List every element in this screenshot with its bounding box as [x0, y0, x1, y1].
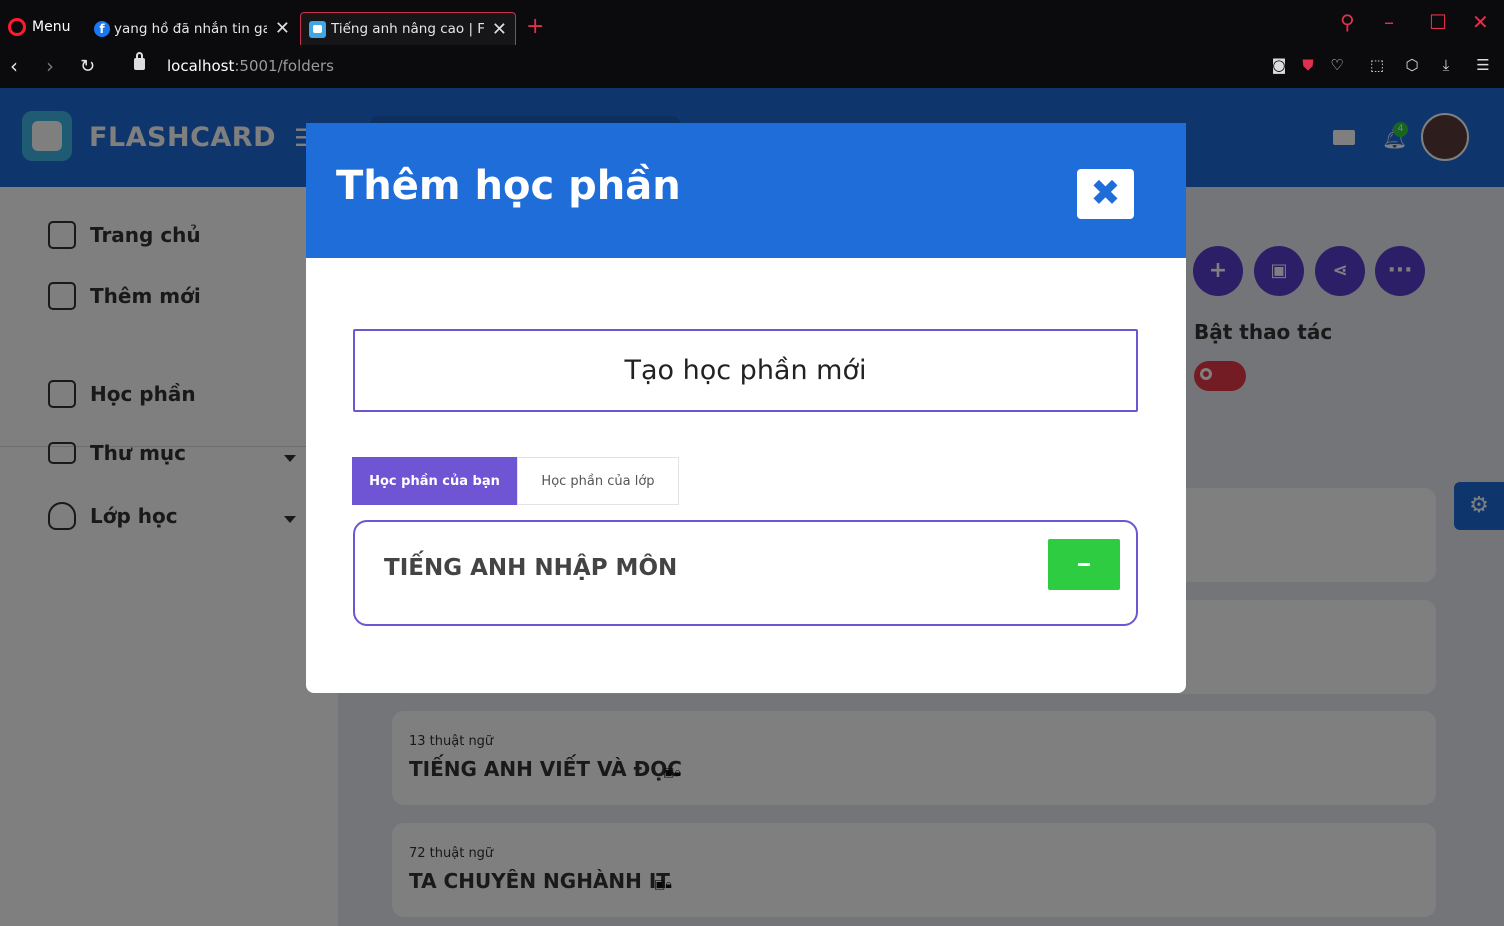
close-icon[interactable]: ✖ [1077, 169, 1134, 219]
forward-icon[interactable]: › [46, 54, 54, 78]
set-name: TIẾNG ANH NHẬP MÔN [384, 555, 678, 581]
tab-my-sets[interactable]: Học phần của bạn [352, 457, 517, 505]
facebook-icon: f [94, 20, 110, 37]
snapshot-icon[interactable]: ⬚ [1368, 56, 1386, 74]
add-set-modal: Thêm học phần ✖ Tạo học phần mới Học phầ… [306, 123, 1186, 693]
camera-icon[interactable]: ◙ [1270, 56, 1288, 74]
url-path: :5001/folders [234, 57, 334, 75]
tab-class-sets[interactable]: Học phần của lớp [517, 457, 679, 505]
maximize-icon[interactable]: ☐ [1429, 10, 1447, 34]
tab-title: Tiếng anh nâng cao | Flas [331, 21, 484, 37]
close-tab-icon[interactable]: ✕ [275, 18, 290, 39]
close-window-icon[interactable]: ✕ [1472, 10, 1489, 34]
opera-menu-button[interactable]: Menu [8, 18, 70, 36]
back-icon[interactable]: ‹ [10, 54, 18, 78]
new-tab-icon[interactable]: + [526, 14, 544, 39]
browser-tab-bar: Menu f yang hồ đã nhắn tin gay ✕ Tiếng a… [0, 0, 1504, 45]
shield-icon[interactable]: ⛊ [1299, 56, 1317, 74]
lock-icon [134, 52, 145, 70]
modal-header: Thêm học phần ✖ [306, 123, 1186, 258]
menu-label: Menu [32, 19, 71, 35]
easy-setup-icon[interactable]: ☰ [1474, 56, 1492, 74]
modal-title: Thêm học phần [336, 163, 681, 209]
close-tab-icon[interactable]: ✕ [492, 19, 507, 40]
search-tabs-icon[interactable]: ⚲ [1340, 10, 1355, 34]
remove-set-button[interactable] [1048, 539, 1120, 590]
list-item: TIẾNG ANH NHẬP MÔN [353, 520, 1138, 626]
browser-tab-1[interactable]: f yang hồ đã nhắn tin gay ✕ [86, 12, 298, 45]
create-new-set-button[interactable]: Tạo học phần mới [353, 329, 1138, 412]
minimize-icon[interactable]: – [1384, 10, 1394, 34]
url-field[interactable]: localhost:5001/folders [167, 57, 334, 75]
modal-tabs: Học phần của bạn Học phần của lớp [352, 457, 679, 505]
heart-icon[interactable]: ♡ [1328, 56, 1346, 74]
flashcard-favicon-icon [309, 20, 326, 38]
download-icon[interactable]: ⤓ [1437, 56, 1455, 74]
browser-tab-2-active[interactable]: Tiếng anh nâng cao | Flas ✕ [300, 12, 516, 45]
tab-title: yang hồ đã nhắn tin gay [114, 20, 267, 37]
reload-icon[interactable]: ↻ [80, 56, 95, 77]
cube-icon[interactable]: ⬡ [1403, 56, 1421, 74]
url-host: localhost [167, 57, 235, 75]
opera-logo-icon [8, 18, 26, 36]
